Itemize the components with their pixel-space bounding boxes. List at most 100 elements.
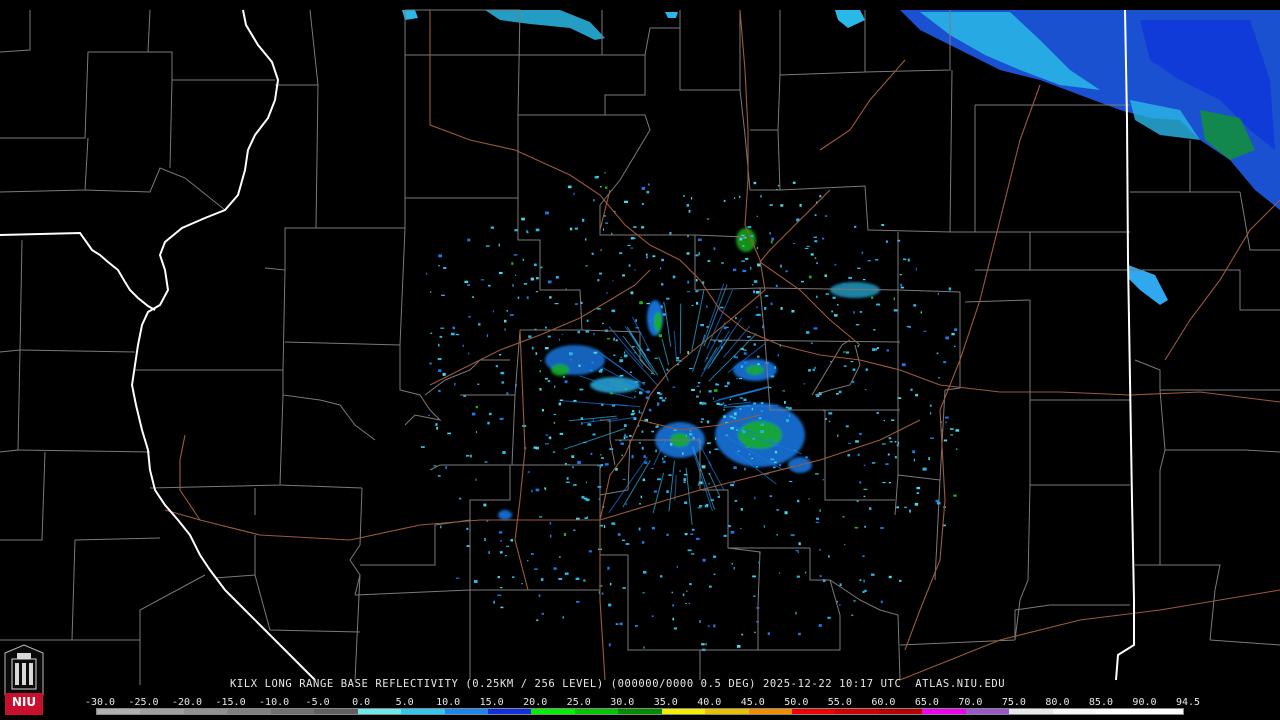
radar-echo-pixel [782, 390, 786, 392]
legend-label: 30.0 [610, 697, 635, 708]
radar-echo-pixel [742, 430, 746, 434]
radar-echo-pixel [760, 410, 763, 412]
radar-streak [692, 334, 706, 373]
radar-echo-pixel [715, 437, 717, 441]
radar-echo-pixel [729, 398, 731, 401]
radar-echo-pixel [906, 326, 910, 328]
radar-echo-pixel [462, 344, 464, 347]
radar-echo-pixel [548, 436, 552, 439]
radar-echo-pixel [828, 412, 833, 415]
radar-echo-pixel [915, 393, 918, 397]
radar-echo-pixel [499, 551, 503, 554]
radar-echo-pixel [684, 501, 688, 504]
radar-echo-pixel [682, 452, 684, 455]
radar-echo-pixel [613, 354, 616, 356]
radar-echo-pixel [620, 356, 622, 358]
radar-echo-pixel [804, 247, 809, 249]
radar-echo-pixel [585, 498, 590, 502]
radar-echo-pixel [881, 224, 885, 226]
radar-echo-pixel [653, 490, 657, 493]
radar-echo-pixel [851, 614, 854, 616]
radar-echo-pixel [938, 377, 940, 379]
radar-echo-pixel [900, 283, 903, 287]
radar-echo-pixel [651, 430, 654, 433]
radar-echo-pixel [472, 412, 476, 416]
radar-echo-pixel [470, 454, 472, 458]
radar-echo-pixel [666, 368, 669, 371]
radar-echo-pixel [790, 534, 795, 536]
radar-echo-pixel [468, 315, 471, 318]
legend-swatch [227, 709, 271, 714]
radar-echo-pixel [437, 358, 442, 361]
radar-echo-pixel [601, 592, 604, 595]
radar-echo-pixel [513, 254, 518, 256]
radar-echo-pixel [773, 461, 777, 464]
radar-echo-pixel [554, 385, 556, 388]
radar-echo-pixel [578, 364, 581, 367]
radar-echo-pixel [643, 455, 646, 458]
radar-echo-pixel [721, 262, 724, 264]
radar-echo-pixel [447, 432, 451, 435]
radar-echo-pixel [629, 435, 632, 437]
radar-echo-pixel [683, 478, 686, 481]
radar-echo-pixel [600, 464, 604, 467]
radar-echo-pixel [730, 530, 735, 534]
radar-echo-pixel [669, 232, 672, 235]
legend-label: 25.0 [566, 697, 591, 708]
radar-echo-pixel [857, 345, 859, 348]
radar-echo-pixel [615, 339, 618, 342]
radar-echo-pixel [569, 352, 573, 356]
radar-echo-pixel [576, 600, 580, 603]
radar-echo-pixel [506, 545, 510, 547]
radar-echo-pixel [742, 245, 745, 247]
radar-echo-pixel [487, 421, 490, 425]
radar-echo-pixel [832, 296, 836, 299]
radar-echo-pixel [549, 521, 552, 525]
radar-echo-pixel [646, 256, 648, 259]
radar-echo-pixel [477, 383, 480, 385]
radar-echo-pixel [956, 448, 958, 450]
radar-echo-pixel [619, 359, 624, 363]
radar-echo-pixel [828, 420, 831, 423]
radar-echo-pixel [836, 393, 839, 395]
radar-echo-pixel [788, 480, 793, 483]
radar-echo-pixel [730, 427, 735, 430]
radar-echo-pixel [876, 303, 881, 306]
radar-echo-pixel [713, 573, 716, 575]
radar-echo-pixel [713, 555, 717, 558]
radar-echo-pixel [751, 457, 753, 459]
radar-echo-pixel [484, 461, 488, 463]
radar-echo-pixel [723, 326, 727, 330]
radar-echo-pixel [500, 371, 505, 375]
radar-echo-pixel [499, 417, 504, 420]
radar-streak [635, 346, 655, 373]
radar-echo-pixel [466, 545, 470, 547]
legend-swatch [487, 709, 532, 714]
radar-echo-pixel [685, 434, 687, 437]
radar-echo-pixel [428, 414, 430, 416]
radar-echo-pixel [497, 594, 502, 596]
radar-echo-pixel [769, 495, 772, 497]
radar-echo-pixel [671, 591, 673, 594]
radar-echo-pixel [894, 441, 897, 443]
radar-echo-pixel [438, 265, 440, 267]
radar-echo-pixel [634, 396, 636, 398]
radar-echo-pixel [605, 222, 609, 224]
radar-echo-pixel [454, 383, 456, 386]
radar-echo-pixel [437, 369, 442, 372]
legend-swatch [270, 709, 315, 714]
radar-echo-pixel [498, 531, 503, 534]
radar-echo-pixel [750, 266, 752, 270]
radar-echo-pixel [634, 381, 639, 383]
radar-echo-pixel [666, 490, 669, 493]
legend-label: 0.0 [352, 697, 371, 708]
radar-echo-pixel [475, 406, 478, 409]
legend-label: 80.0 [1045, 697, 1070, 708]
radar-echo-pixel [646, 302, 650, 305]
radar-echo-pixel [662, 460, 666, 464]
radar-echo-pixel [699, 390, 701, 393]
radar-echo-pixel [757, 355, 760, 358]
radar-echo-pixel [863, 579, 865, 583]
radar-echo-pixel [558, 577, 563, 580]
radar-echo-pixel [695, 254, 699, 257]
